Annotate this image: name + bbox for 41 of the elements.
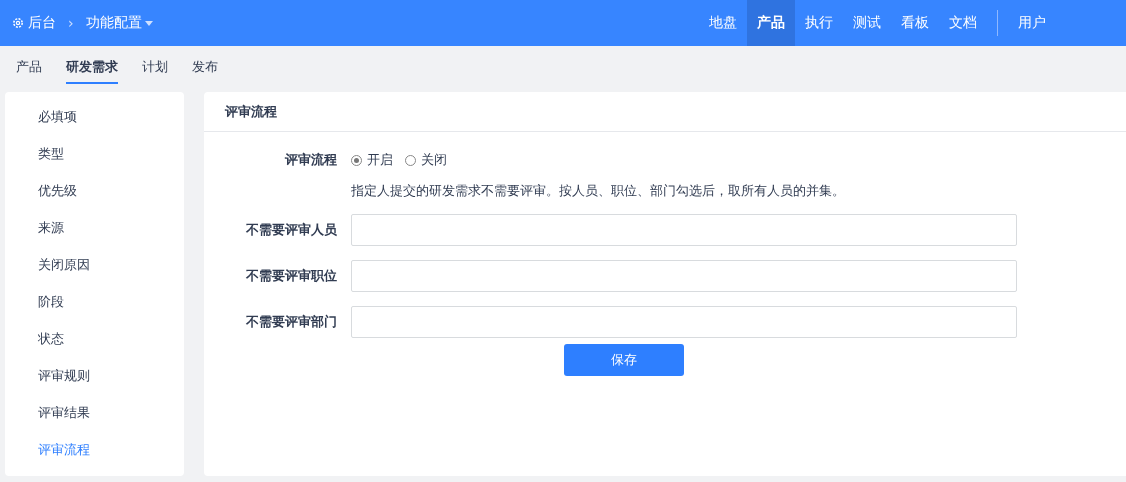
sub-tab[interactable]: 发布 bbox=[192, 52, 218, 84]
radio-option[interactable]: 开启 bbox=[351, 151, 393, 169]
nav-tab[interactable]: 文档 bbox=[939, 0, 987, 46]
sidebar-item[interactable]: 评审结果 bbox=[5, 394, 184, 431]
hint-text: 指定人提交的研发需求不需要评审。按人员、职位、部门勾选后，取所有人员的并集。 bbox=[351, 182, 846, 200]
sidebar-item[interactable]: 来源 bbox=[5, 209, 184, 246]
sidebar-item[interactable]: 状态 bbox=[5, 320, 184, 357]
radio-label[interactable]: 关闭 bbox=[421, 151, 447, 169]
sidebar-item[interactable]: 必填项 bbox=[5, 98, 184, 135]
caret-icon bbox=[144, 20, 153, 26]
field-label: 不需要评审人员 bbox=[245, 221, 337, 239]
breadcrumb-current[interactable]: 功能配置 bbox=[85, 14, 153, 32]
sidebar-item[interactable]: 阶段 bbox=[5, 283, 184, 320]
sub-tab[interactable]: 研发需求 bbox=[66, 52, 118, 84]
settings-icon bbox=[12, 17, 24, 29]
sidebar-item[interactable]: 评审流程 bbox=[5, 431, 184, 468]
nav-tab[interactable]: 地盘 bbox=[699, 0, 747, 46]
sub-tab[interactable]: 计划 bbox=[142, 52, 168, 84]
panel-title: 评审流程 bbox=[225, 102, 277, 121]
user-menu[interactable]: 用户 bbox=[1008, 0, 1056, 46]
save-button[interactable]: 保存 bbox=[564, 344, 684, 376]
input-field[interactable] bbox=[351, 260, 1017, 292]
nav-tab[interactable]: 看板 bbox=[891, 0, 939, 46]
nav-tab[interactable]: 测试 bbox=[843, 0, 891, 46]
breadcrumb-home[interactable]: 后台 bbox=[12, 14, 56, 32]
field-label: 不需要评审职位 bbox=[245, 267, 337, 285]
sidebar-item[interactable]: 优先级 bbox=[5, 172, 184, 209]
sidebar-item[interactable]: 类型 bbox=[5, 135, 184, 172]
breadcrumb-separator: › bbox=[67, 15, 75, 31]
input-field[interactable] bbox=[351, 214, 1017, 246]
sidebar-item[interactable]: 评审规则 bbox=[5, 357, 184, 394]
input-field[interactable] bbox=[351, 306, 1017, 338]
sidebar-item[interactable]: 关闭原因 bbox=[5, 246, 184, 283]
nav-tab[interactable]: 执行 bbox=[795, 0, 843, 46]
radio-label[interactable]: 开启 bbox=[367, 151, 393, 169]
radio-option[interactable]: 关闭 bbox=[405, 151, 447, 169]
sub-tab[interactable]: 产品 bbox=[16, 52, 42, 84]
home-label[interactable]: 后台 bbox=[28, 14, 56, 32]
field-label: 评审流程 bbox=[284, 151, 337, 169]
nav-tab[interactable]: 产品 bbox=[747, 0, 795, 46]
field-label: 不需要评审部门 bbox=[245, 313, 337, 331]
